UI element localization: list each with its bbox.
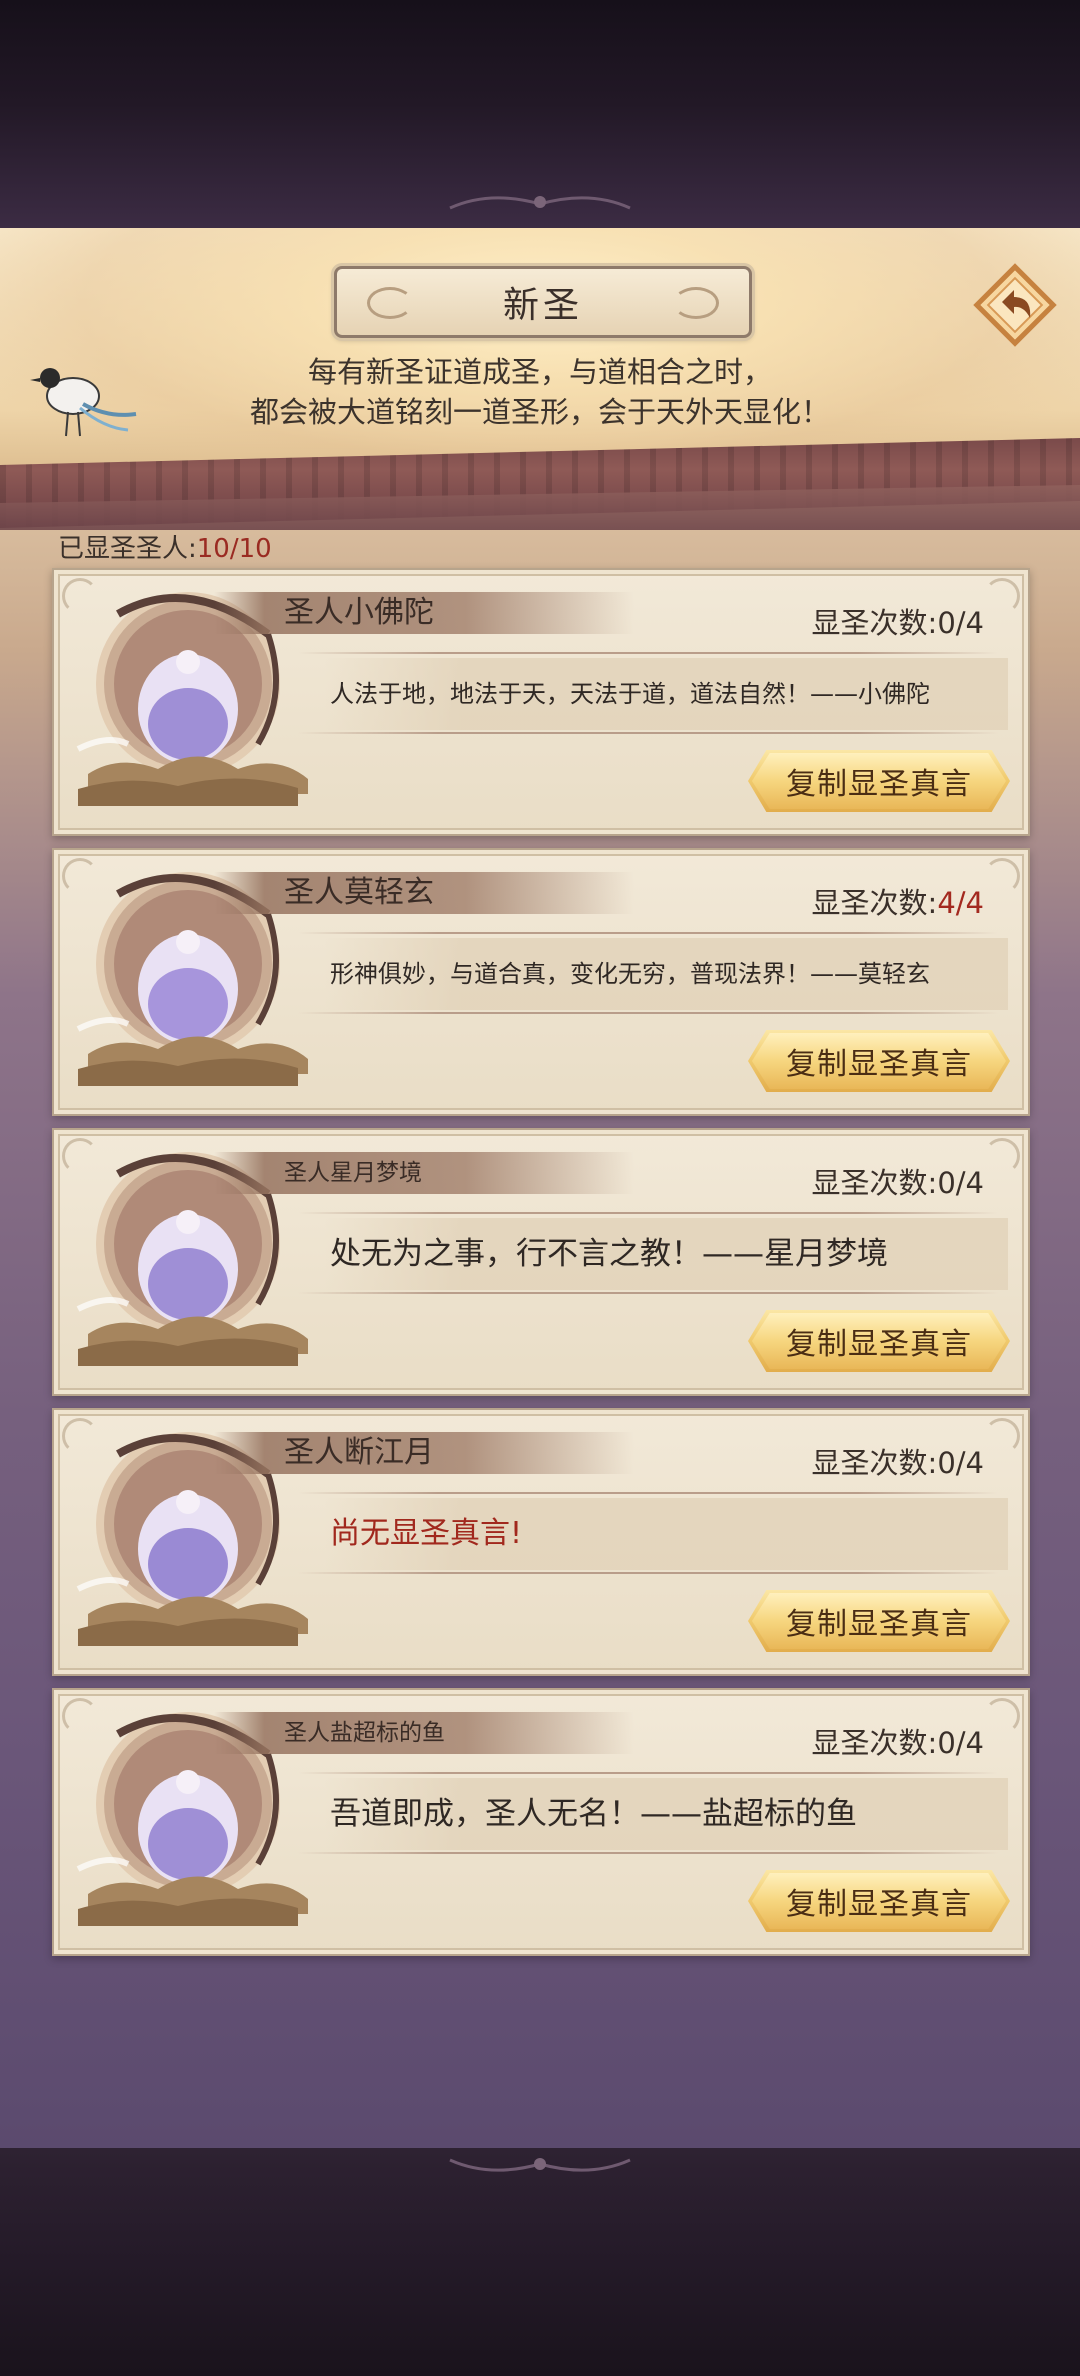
revealed-count-value: 10/10 bbox=[196, 534, 272, 564]
reveal-count: 显圣次数:0/4 bbox=[812, 1720, 984, 1762]
saint-card: 圣人断江月 显圣次数:0/4 尚无显圣真言! 复制显圣真言 bbox=[52, 1408, 1030, 1676]
reveal-count: 显圣次数:0/4 bbox=[812, 600, 984, 642]
copy-quote-button[interactable]: 复制显圣真言 bbox=[748, 1870, 1010, 1932]
divider bbox=[298, 1852, 998, 1854]
card-corner-ornament bbox=[984, 1418, 1020, 1454]
subtitle-line-2: 都会被大道铭刻一道圣形，会于天外天显化！ bbox=[249, 395, 830, 429]
card-corner-ornament bbox=[984, 858, 1020, 894]
page-title: 新圣 bbox=[502, 285, 583, 326]
reveal-count-label: 显圣次数: bbox=[811, 606, 938, 640]
divider bbox=[298, 1492, 998, 1494]
name-banner bbox=[214, 1152, 634, 1194]
divider bbox=[298, 652, 998, 654]
saint-quote: 处无为之事，行不言之教！——星月梦境 bbox=[330, 1236, 888, 1272]
saint-name: 圣人小佛陀 bbox=[284, 595, 434, 630]
saint-quote: 人法于地，地法于天，天法于道，道法自然！——小佛陀 bbox=[330, 680, 930, 708]
card-corner-ornament bbox=[984, 578, 1020, 614]
saint-quote: 尚无显圣真言! bbox=[330, 1516, 523, 1551]
divider bbox=[298, 1572, 998, 1574]
revealed-count: 已显圣圣人:10/10 bbox=[58, 528, 272, 565]
revealed-count-label: 已显圣圣人: bbox=[58, 534, 197, 564]
reveal-count-label: 显圣次数: bbox=[811, 1446, 938, 1480]
card-corner-ornament bbox=[984, 1138, 1020, 1174]
header-subtitle: 每有新圣证道成圣，与道相合之时， 都会被大道铭刻一道圣形，会于天外天显化！ bbox=[190, 352, 890, 432]
bottom-ornament bbox=[449, 2158, 631, 2172]
reveal-count: 显圣次数:0/4 bbox=[812, 1440, 984, 1482]
bottom-band bbox=[0, 2148, 1080, 2376]
saint-card: 圣人盐超标的鱼 显圣次数:0/4 吾道即成，圣人无名！——盐超标的鱼 复制显圣真… bbox=[52, 1688, 1030, 1956]
card-corner-ornament bbox=[984, 1698, 1020, 1734]
reveal-count: 显圣次数:0/4 bbox=[812, 1160, 984, 1202]
reveal-count-value: 4/4 bbox=[937, 886, 984, 920]
copy-quote-button-label: 复制显圣真言 bbox=[786, 767, 972, 802]
reveal-count-label: 显圣次数: bbox=[811, 886, 938, 920]
copy-quote-button-label: 复制显圣真言 bbox=[786, 1887, 972, 1922]
subtitle-line-1: 每有新圣证道成圣，与道相合之时， bbox=[307, 355, 772, 389]
reveal-count-value: 0/4 bbox=[937, 606, 984, 640]
reveal-count-value: 0/4 bbox=[937, 1726, 984, 1760]
reveal-count-value: 0/4 bbox=[937, 1166, 984, 1200]
copy-quote-button-label: 复制显圣真言 bbox=[786, 1327, 972, 1362]
saint-card: 圣人星月梦境 显圣次数:0/4 处无为之事，行不言之教！——星月梦境 复制显圣真… bbox=[52, 1128, 1030, 1396]
copy-quote-button[interactable]: 复制显圣真言 bbox=[748, 1590, 1010, 1652]
saint-quote: 吾道即成，圣人无名！——盐超标的鱼 bbox=[330, 1796, 857, 1832]
reveal-count-value: 0/4 bbox=[937, 1446, 984, 1480]
divider bbox=[298, 732, 998, 734]
back-arrow-icon[interactable] bbox=[972, 262, 1058, 348]
reveal-count: 显圣次数:4/4 bbox=[812, 880, 984, 922]
reveal-count-label: 显圣次数: bbox=[811, 1726, 938, 1760]
saint-name: 圣人莫轻玄 bbox=[284, 875, 434, 910]
copy-quote-button[interactable]: 复制显圣真言 bbox=[748, 1310, 1010, 1372]
crane-bird-icon bbox=[30, 368, 137, 437]
divider bbox=[298, 1012, 998, 1014]
copy-quote-button-label: 复制显圣真言 bbox=[786, 1607, 972, 1642]
saint-card: 圣人莫轻玄 显圣次数:4/4 形神俱妙，与道合真，变化无穷，普现法界！——莫轻玄… bbox=[52, 848, 1030, 1116]
divider bbox=[298, 1772, 998, 1774]
copy-quote-button[interactable]: 复制显圣真言 bbox=[748, 1030, 1010, 1092]
saint-name: 圣人断江月 bbox=[284, 1435, 434, 1470]
reveal-count-label: 显圣次数: bbox=[811, 1166, 938, 1200]
top-ornament bbox=[449, 196, 631, 210]
copy-quote-button[interactable]: 复制显圣真言 bbox=[748, 750, 1010, 812]
divider bbox=[298, 1292, 998, 1294]
title-plate: 新圣 bbox=[334, 266, 752, 338]
saint-name: 圣人盐超标的鱼 bbox=[284, 1720, 445, 1746]
divider bbox=[298, 1212, 998, 1214]
divider bbox=[298, 932, 998, 934]
copy-quote-button-label: 复制显圣真言 bbox=[786, 1047, 972, 1082]
saint-card: 圣人小佛陀 显圣次数:0/4 人法于地，地法于天，天法于道，道法自然！——小佛陀… bbox=[52, 568, 1030, 836]
saint-name: 圣人星月梦境 bbox=[284, 1160, 422, 1186]
saint-quote: 形神俱妙，与道合真，变化无穷，普现法界！——莫轻玄 bbox=[330, 960, 930, 988]
